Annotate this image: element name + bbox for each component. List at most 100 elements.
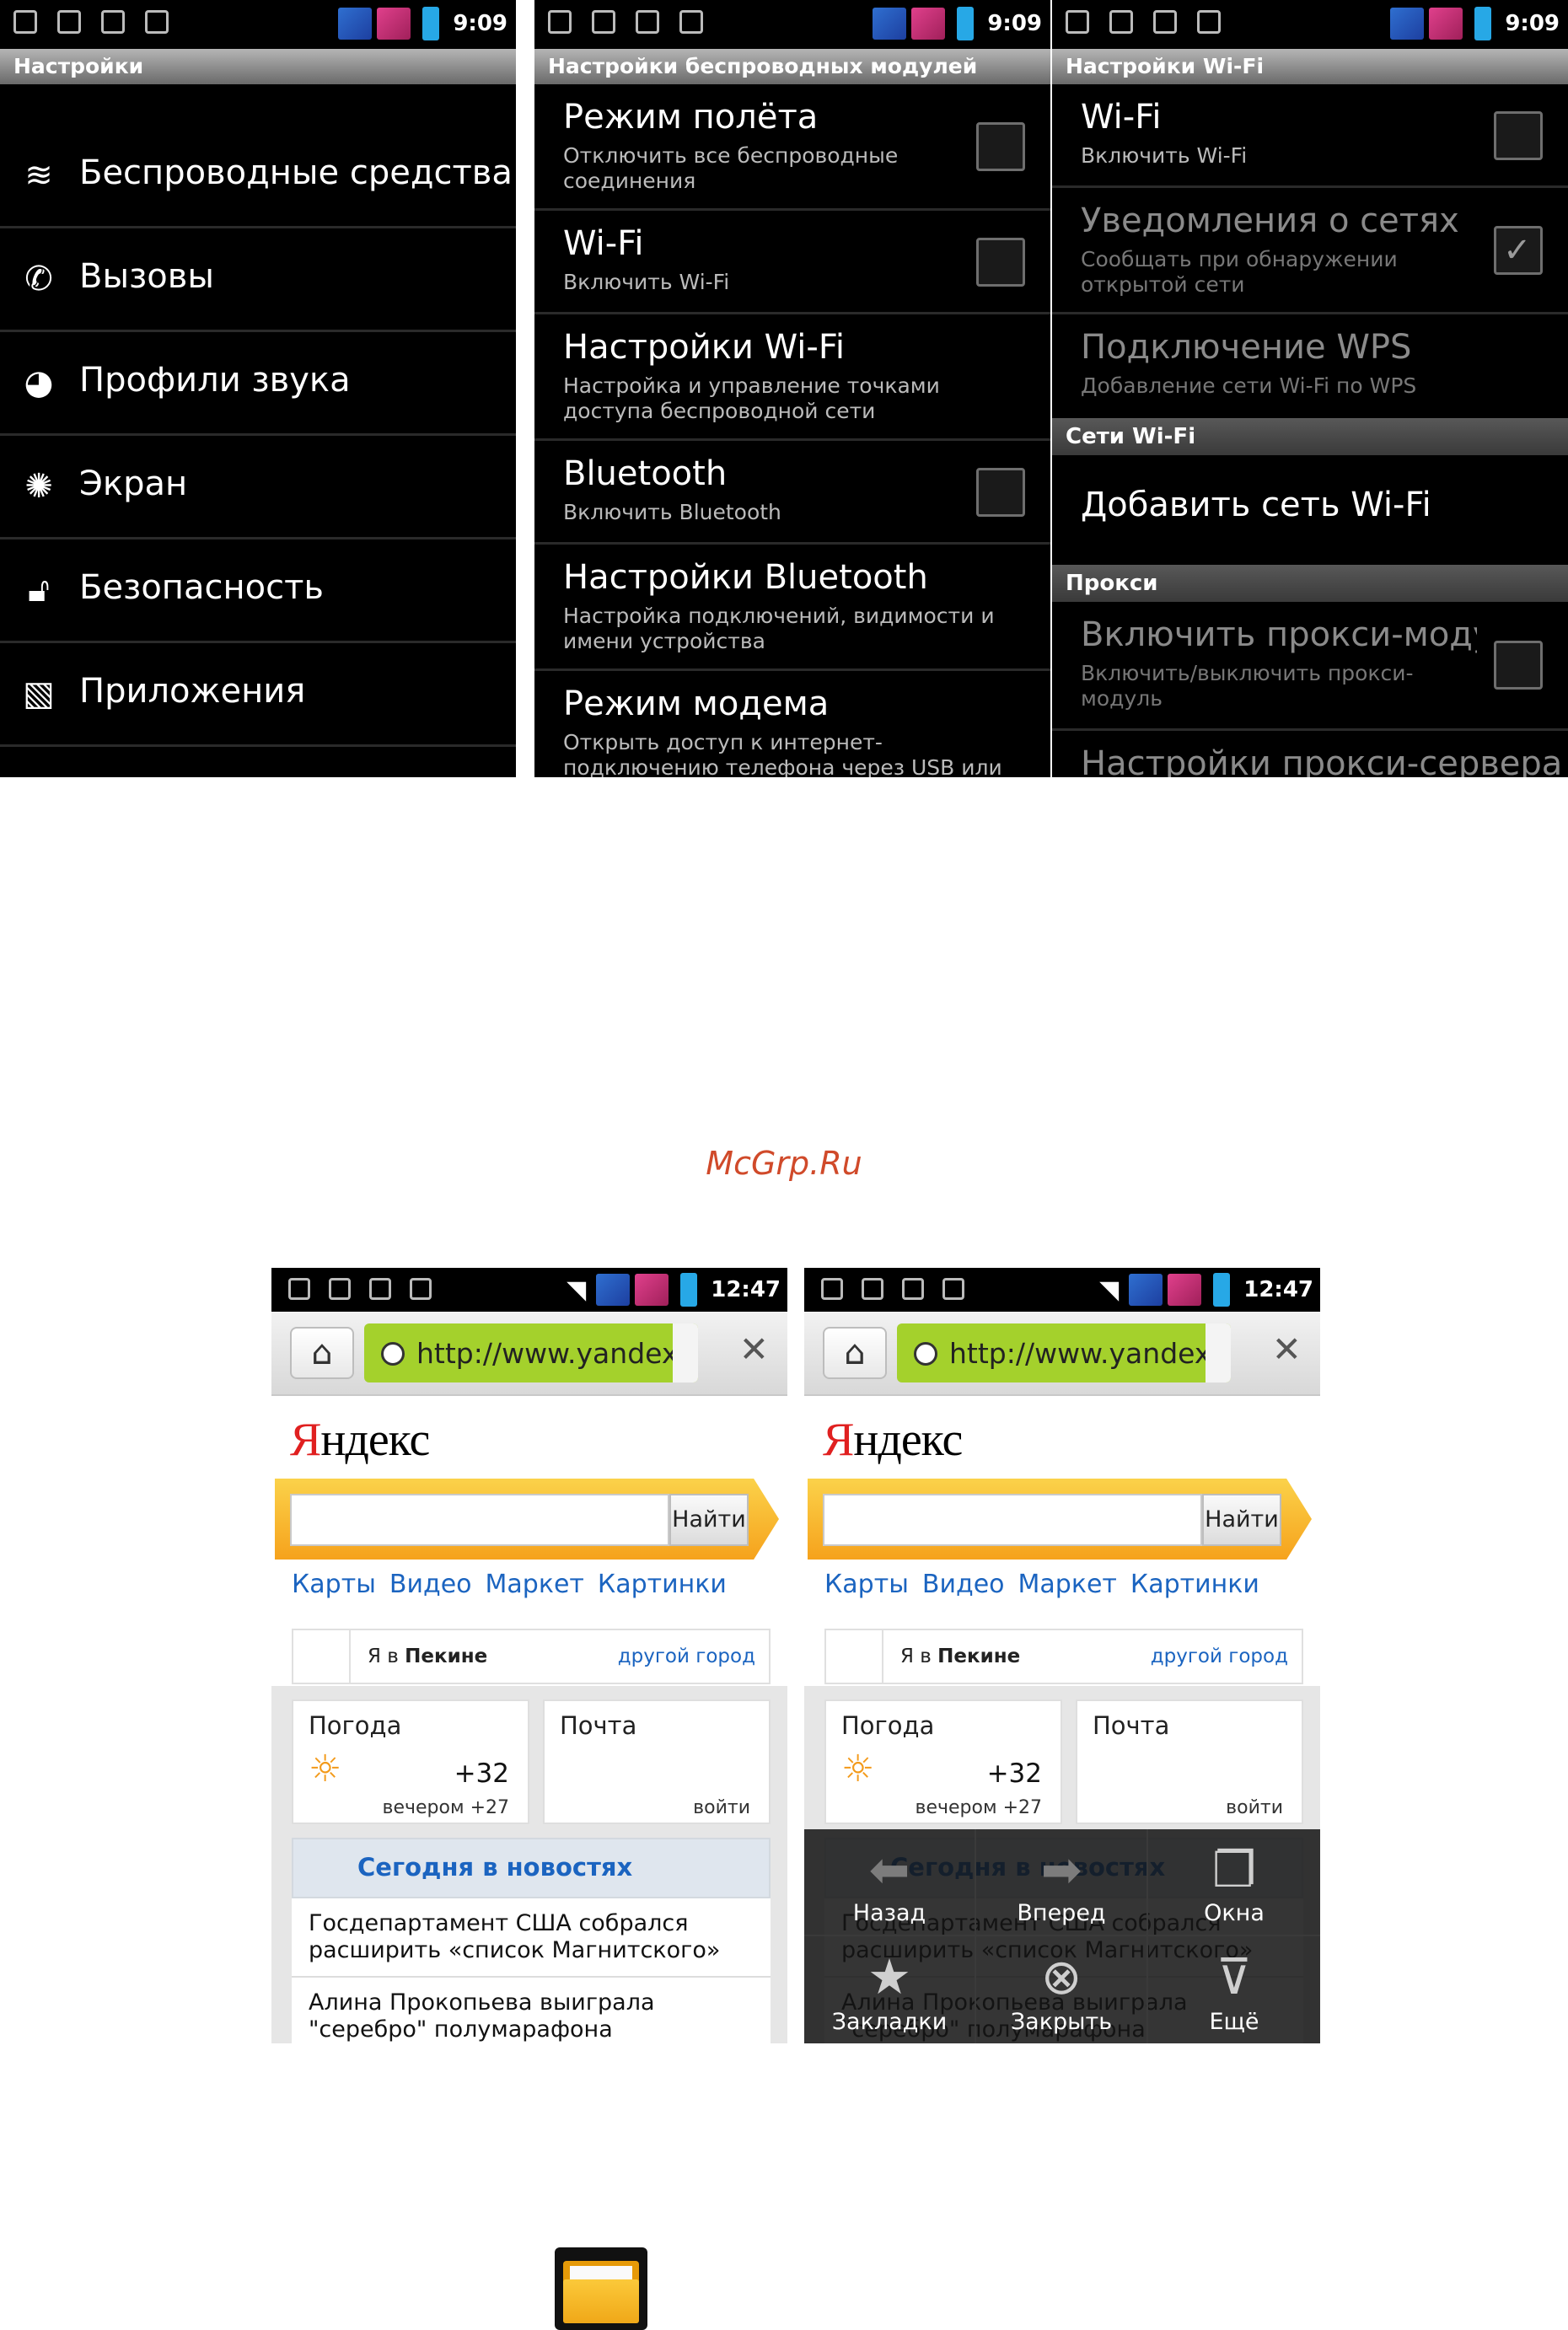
pref-wps[interactable]: Подключение WPS Добавление сети Wi-Fi по… (1052, 314, 1568, 416)
close-icon[interactable]: ✕ (739, 1329, 769, 1370)
menu-bookmarks[interactable]: ★ Закладки (804, 1936, 976, 2043)
yandex-logo: Яндекс (290, 1413, 430, 1467)
pref-airplane-mode[interactable]: Режим полёта Отключить все беспроводные … (534, 84, 1050, 211)
url-fade (673, 1323, 698, 1382)
weather-card[interactable]: Погода ☼ +32 вечером +27 (292, 1699, 529, 1824)
link-images[interactable]: Картинки (598, 1570, 727, 1599)
weather-temp: +32 (986, 1758, 1042, 1789)
sound-profile-icon: ◕ (24, 363, 54, 402)
weather-card[interactable]: Погода ☼ +32 вечером +27 (824, 1699, 1062, 1824)
usb-icon (942, 1278, 964, 1300)
pref-title: Bluetooth (563, 454, 728, 493)
settings-item-security[interactable]: 🔓︎ Безопасность (0, 540, 516, 643)
link-images[interactable]: Картинки (1130, 1570, 1259, 1599)
settings-item-display[interactable]: ✺ Экран (0, 436, 516, 540)
url-text: http://www.yandex... (949, 1337, 1227, 1370)
pref-wifi-toggle[interactable]: Wi-Fi Включить Wi-Fi (1052, 84, 1568, 188)
pref-bluetooth-settings[interactable]: Настройки Bluetooth Настройка подключени… (534, 545, 1050, 671)
url-text: http://www.yandex... (416, 1337, 695, 1370)
menu-back[interactable]: ⬅ Назад (804, 1829, 976, 1936)
notification-icon (329, 1278, 351, 1300)
city-label: Я в Пекине (368, 1645, 487, 1667)
menu-more[interactable]: ⊽ Ещё (1148, 1936, 1320, 2043)
link-market[interactable]: Маркет (486, 1570, 584, 1599)
url-field[interactable]: http://www.yandex... (897, 1323, 1231, 1382)
bluetooth-checkbox[interactable] (976, 468, 1025, 517)
wifi-checkbox[interactable] (976, 238, 1025, 287)
notification-icon (13, 10, 37, 34)
news-header: Сегодня в новостях (292, 1838, 771, 1898)
link-maps[interactable]: Карты (824, 1570, 909, 1599)
add-wifi-network[interactable]: Добавить сеть Wi-Fi (1052, 455, 1568, 561)
airplane-mode-checkbox[interactable] (976, 122, 1025, 171)
menu-label: Вперед (1017, 1900, 1106, 1926)
notification-icon (1109, 10, 1133, 34)
search-input[interactable] (823, 1494, 1202, 1546)
pref-summary: Добавление сети Wi-Fi по WPS (1081, 373, 1417, 398)
mail-card[interactable]: Почта войти (543, 1699, 771, 1824)
close-icon[interactable]: ✕ (1272, 1329, 1302, 1370)
pref-proxy-settings[interactable]: Настройки прокси-сервера (1052, 731, 1568, 777)
category-proxy: Прокси (1052, 565, 1568, 602)
menu-close[interactable]: ⊗ Закрыть (976, 1936, 1148, 2043)
home-button[interactable]: ⌂ (823, 1327, 887, 1379)
pref-tethering[interactable]: Режим модема Открыть доступ к интернет-п… (534, 671, 1050, 777)
pref-summary: Включить Wi-Fi (1081, 143, 1248, 168)
battery-icon (680, 1273, 698, 1307)
pref-wifi-settings[interactable]: Настройки Wi-Fi Настройка и управление т… (534, 314, 1050, 441)
network-notification-checkbox[interactable] (1494, 226, 1543, 275)
mail-login-link[interactable]: войти (693, 1797, 750, 1818)
battery-icon (957, 7, 975, 40)
search-button[interactable]: Найти (669, 1494, 749, 1546)
mail-title: Почта (1093, 1711, 1170, 1740)
home-icon: ⌂ (844, 1334, 866, 1372)
settings-item-wireless[interactable]: ≋ Беспроводные средства (0, 125, 516, 228)
settings-item-label: Вызовы (79, 257, 214, 296)
news-item[interactable]: Госдепартамент США собрался расширить «с… (292, 1898, 771, 1978)
settings-item-sound-profiles[interactable]: ◕ Профили звука (0, 332, 516, 436)
news-item[interactable]: Алина Прокопьева выиграла "серебро" полу… (292, 1978, 771, 2043)
pref-title: Настройки Bluetooth (563, 558, 928, 597)
pref-bluetooth[interactable]: Bluetooth Включить Bluetooth (534, 441, 1050, 545)
url-field[interactable]: http://www.yandex... (364, 1323, 698, 1382)
menu-forward[interactable]: ➡ Вперед (976, 1829, 1148, 1936)
weather-temp: +32 (454, 1758, 509, 1789)
menu-label: Назад (852, 1900, 926, 1926)
link-market[interactable]: Маркет (1018, 1570, 1117, 1599)
battery-icon (422, 7, 440, 40)
proxy-checkbox[interactable] (1494, 641, 1543, 690)
usb-icon (1197, 10, 1221, 34)
service-links: Карты Видео Маркет Картинки (292, 1570, 727, 1599)
brightness-icon: ✺ (24, 467, 53, 506)
home-button[interactable]: ⌂ (290, 1327, 354, 1379)
android-icon (1153, 10, 1177, 34)
mail-login-link[interactable]: войти (1226, 1797, 1283, 1818)
status-bar: ◥ 12:47 (804, 1268, 1320, 1312)
wifi-checkbox[interactable] (1494, 111, 1543, 160)
settings-item-calls[interactable]: ✆ Вызовы (0, 228, 516, 332)
link-maps[interactable]: Карты (292, 1570, 376, 1599)
settings-item-label: Приложения (79, 672, 306, 711)
other-city-link[interactable]: другой город (1151, 1645, 1288, 1667)
settings-item-applications[interactable]: ▧ Приложения (0, 643, 516, 747)
pref-network-notification[interactable]: Уведомления о сетях Сообщать при обнаруж… (1052, 188, 1568, 314)
menu-windows[interactable]: ❐ Окна (1148, 1829, 1320, 1936)
pref-summary: Включить/выключить прокси-модуль (1081, 661, 1414, 711)
signal-icon (635, 1274, 669, 1306)
mail-card[interactable]: Почта войти (1076, 1699, 1303, 1824)
sun-icon: ☼ (309, 1748, 342, 1790)
search-input[interactable] (290, 1494, 669, 1546)
signal-icon (1429, 8, 1463, 40)
search-button[interactable]: Найти (1202, 1494, 1281, 1546)
city-label: Я в Пекине (900, 1645, 1020, 1667)
logo-rest: ндекс (320, 1414, 430, 1466)
url-fade (1206, 1323, 1231, 1382)
status-bar: ◥ 12:47 (271, 1268, 787, 1312)
link-video[interactable]: Видео (922, 1570, 1005, 1599)
android-icon (101, 10, 125, 34)
pref-summary: Сообщать при обнаружении открытой сети (1081, 247, 1398, 297)
other-city-link[interactable]: другой город (618, 1645, 755, 1667)
link-video[interactable]: Видео (389, 1570, 472, 1599)
pref-proxy-enable[interactable]: Включить прокси-модуль Включить/выключит… (1052, 602, 1568, 731)
pref-wifi[interactable]: Wi-Fi Включить Wi-Fi (534, 211, 1050, 314)
